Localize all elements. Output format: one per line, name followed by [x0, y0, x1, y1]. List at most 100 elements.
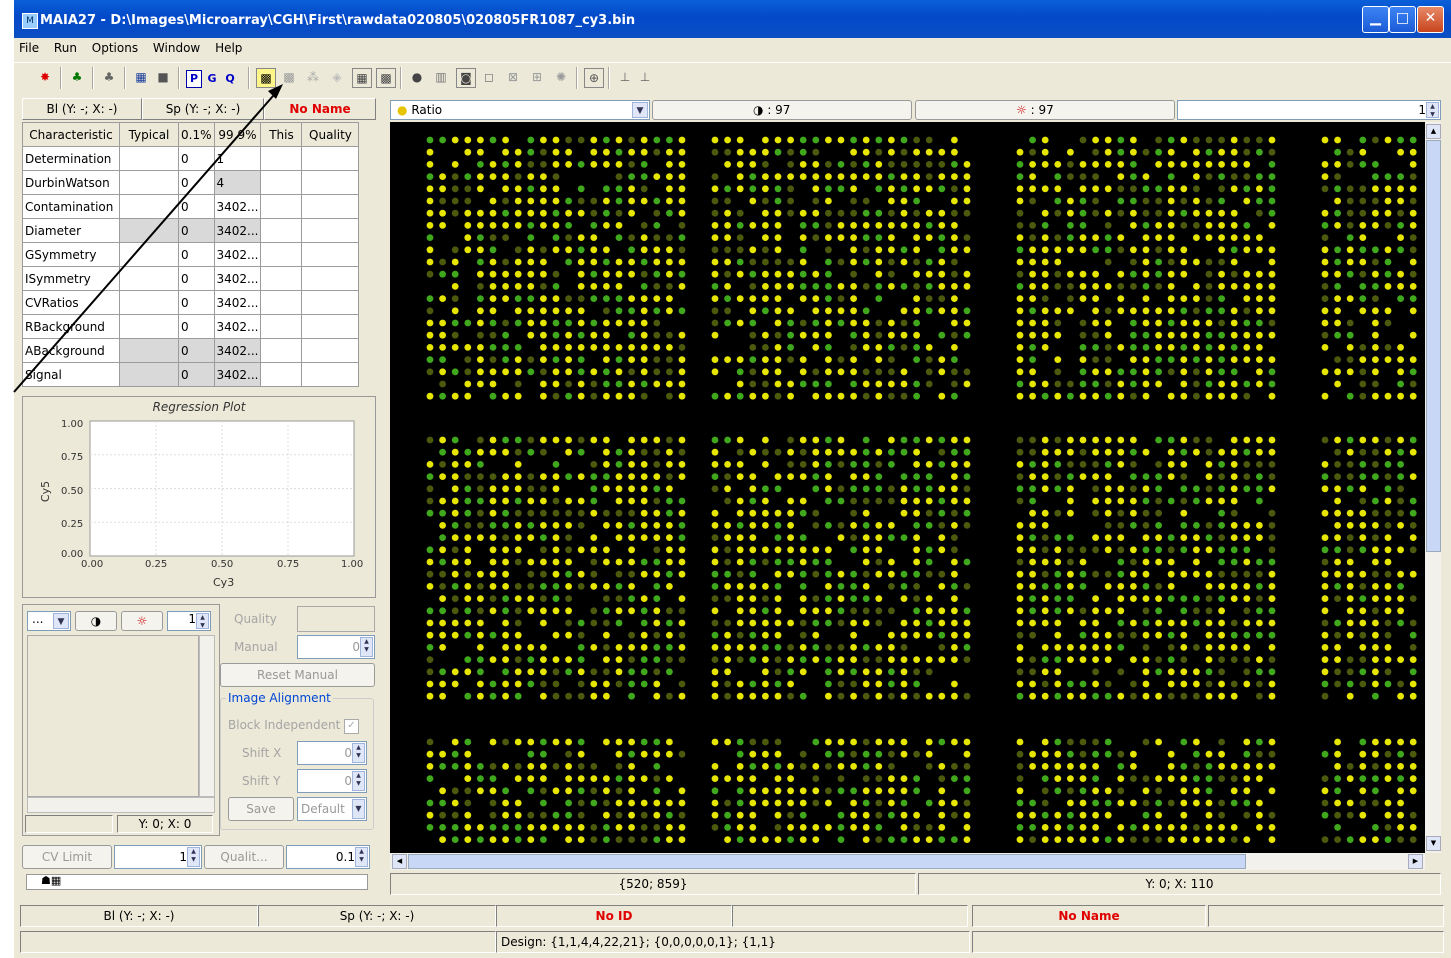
- image-vscrollbar[interactable]: ▲ ▼: [1425, 122, 1441, 853]
- cv-limit-button[interactable]: CV Limit: [22, 845, 112, 869]
- mode-combo[interactable]: ● Ratio ▼: [390, 100, 650, 120]
- spot-spinner[interactable]: 1 ▲ ▼: [167, 611, 211, 631]
- table-row[interactable]: DurbinWatson 0 4: [22, 170, 360, 195]
- array-spot: [1384, 283, 1392, 290]
- array-spot: [787, 680, 794, 688]
- default-combo[interactable]: Default ▼: [297, 797, 367, 821]
- column-header[interactable]: 99.9%: [213, 122, 262, 147]
- diamond-icon[interactable]: ◈: [328, 68, 346, 86]
- menu-options[interactable]: Options: [87, 38, 144, 55]
- table-row[interactable]: ABackground 0 3402...: [22, 338, 360, 363]
- menu-run[interactable]: Run: [49, 38, 83, 55]
- hash-icon[interactable]: ▥: [432, 68, 450, 86]
- quality-field[interactable]: [297, 606, 375, 632]
- scroll-down-icon[interactable]: ▼: [1426, 836, 1441, 851]
- table-row[interactable]: ISymmetry 0 3402...: [22, 266, 360, 291]
- light-spot-button[interactable]: ☼: [121, 611, 163, 631]
- burst-icon[interactable]: ✺: [552, 68, 570, 86]
- g-button[interactable]: G: [204, 70, 220, 88]
- save-button[interactable]: Save: [228, 797, 294, 821]
- p-button[interactable]: P: [186, 70, 202, 88]
- quality-filter-spinner[interactable]: 0.1 ▲ ▼: [286, 845, 370, 869]
- array-spot: [724, 522, 731, 529]
- microarray-image[interactable]: [390, 122, 1425, 853]
- shift-x-spinner[interactable]: 0 ▲ ▼: [297, 741, 367, 765]
- cross-square-icon[interactable]: ⊠: [504, 68, 522, 86]
- column-header[interactable]: This: [260, 122, 303, 147]
- q-button[interactable]: Q: [222, 70, 238, 88]
- array-spot: [1117, 692, 1125, 700]
- table-row[interactable]: Contamination 0 3402...: [22, 194, 360, 219]
- molecule-icon[interactable]: ⁂: [304, 68, 322, 86]
- image-hscrollbar[interactable]: ◀ ▶: [390, 853, 1425, 870]
- minimize-button[interactable]: ▁: [1362, 6, 1389, 33]
- hscroll-thumb[interactable]: [408, 854, 1246, 869]
- table-row[interactable]: GSymmetry 0 3402...: [22, 242, 360, 267]
- column-header[interactable]: Quality: [301, 122, 360, 147]
- table-row[interactable]: Determination 0 1: [22, 146, 360, 171]
- shift-y-spinner[interactable]: 0 ▲ ▼: [297, 769, 367, 793]
- menu-window[interactable]: Window: [148, 38, 206, 55]
- crosshair-icon[interactable]: ⊕: [584, 68, 604, 88]
- maximize-button[interactable]: □: [1389, 6, 1416, 33]
- array-spot: [711, 473, 719, 480]
- grid-down-icon[interactable]: ♣: [100, 68, 118, 86]
- array-spot: [653, 173, 661, 180]
- dark-spot-button[interactable]: ◑: [75, 611, 117, 631]
- array-spot: [1268, 656, 1276, 663]
- array-spot: [628, 558, 635, 566]
- column-header[interactable]: Characteristic: [22, 122, 120, 147]
- scroll-left-icon[interactable]: ◀: [392, 854, 407, 869]
- plus-square-icon[interactable]: ⊞: [528, 68, 546, 86]
- menu-file[interactable]: File: [14, 38, 45, 55]
- title-bar[interactable]: M MAIA27 - D:\Images\Microarray\CGH\Firs…: [14, 0, 1451, 38]
- spot-list-hscrollbar[interactable]: [27, 797, 215, 813]
- vscroll-thumb[interactable]: [1426, 140, 1441, 552]
- scroll-right-icon[interactable]: ▶: [1408, 854, 1423, 869]
- quality-filter-button[interactable]: Qualit...: [204, 845, 284, 869]
- array-spot: [1218, 197, 1225, 205]
- spot-grid-icon[interactable]: ▩: [256, 68, 276, 88]
- spot-grid-light-icon[interactable]: ▩: [280, 68, 298, 86]
- cv-limit-spinner[interactable]: 1 ▲ ▼: [114, 845, 202, 869]
- target-square-icon[interactable]: ◙: [456, 68, 476, 88]
- table-row[interactable]: RBackground 0 3402...: [22, 314, 360, 339]
- manual-spinner[interactable]: 0 ▲ ▼: [297, 635, 375, 659]
- dark-count-button[interactable]: ◑ : 97: [652, 100, 912, 120]
- image-icon[interactable]: ▦: [132, 68, 150, 86]
- microarray-spots[interactable]: [390, 122, 1425, 853]
- block-independent-checkbox[interactable]: ✓: [344, 719, 359, 734]
- table-row[interactable]: CVRatios 0 3402...: [22, 290, 360, 315]
- array-spot: [489, 473, 497, 480]
- pin2-icon[interactable]: ⊥: [636, 68, 654, 86]
- array-spot: [477, 522, 484, 529]
- spot-list-scrollbar[interactable]: [199, 635, 215, 797]
- table-row[interactable]: Signal 0 3402...: [22, 362, 360, 387]
- array-spot: [1205, 270, 1213, 278]
- array-spot: [1041, 319, 1049, 327]
- array-spot: [1230, 509, 1238, 517]
- close-button[interactable]: ✕: [1417, 6, 1444, 33]
- light-count-button[interactable]: ☼ : 97: [915, 100, 1175, 120]
- stop-icon[interactable]: ■: [154, 68, 172, 86]
- image-spinner[interactable]: 1 ▲ ▼: [1177, 100, 1441, 120]
- array-spot: [1346, 509, 1354, 517]
- reset-manual-button[interactable]: Reset Manual: [220, 663, 375, 687]
- grid-view-icon[interactable]: ▦: [352, 68, 372, 88]
- array-spot: [1372, 680, 1379, 688]
- scroll-up-icon[interactable]: ▲: [1426, 124, 1441, 139]
- menu-help[interactable]: Help: [210, 38, 248, 55]
- spot-list[interactable]: [27, 635, 199, 797]
- table-row[interactable]: Diameter 0 3402...: [22, 218, 360, 243]
- grid-dense-icon[interactable]: ▩: [376, 68, 396, 88]
- run-icon[interactable]: ✸: [36, 68, 54, 86]
- array-spot: [1372, 607, 1379, 615]
- circle-icon[interactable]: ●: [408, 68, 426, 86]
- column-header[interactable]: 0.1%: [178, 122, 215, 147]
- column-header[interactable]: Typical: [119, 122, 179, 147]
- grid-up-icon[interactable]: ♣: [68, 68, 86, 86]
- array-spot: [1029, 436, 1036, 444]
- square-icon[interactable]: ◻: [480, 68, 498, 86]
- spot-combo[interactable]: ... ▼: [27, 611, 71, 631]
- pin-icon[interactable]: ⊥: [616, 68, 634, 86]
